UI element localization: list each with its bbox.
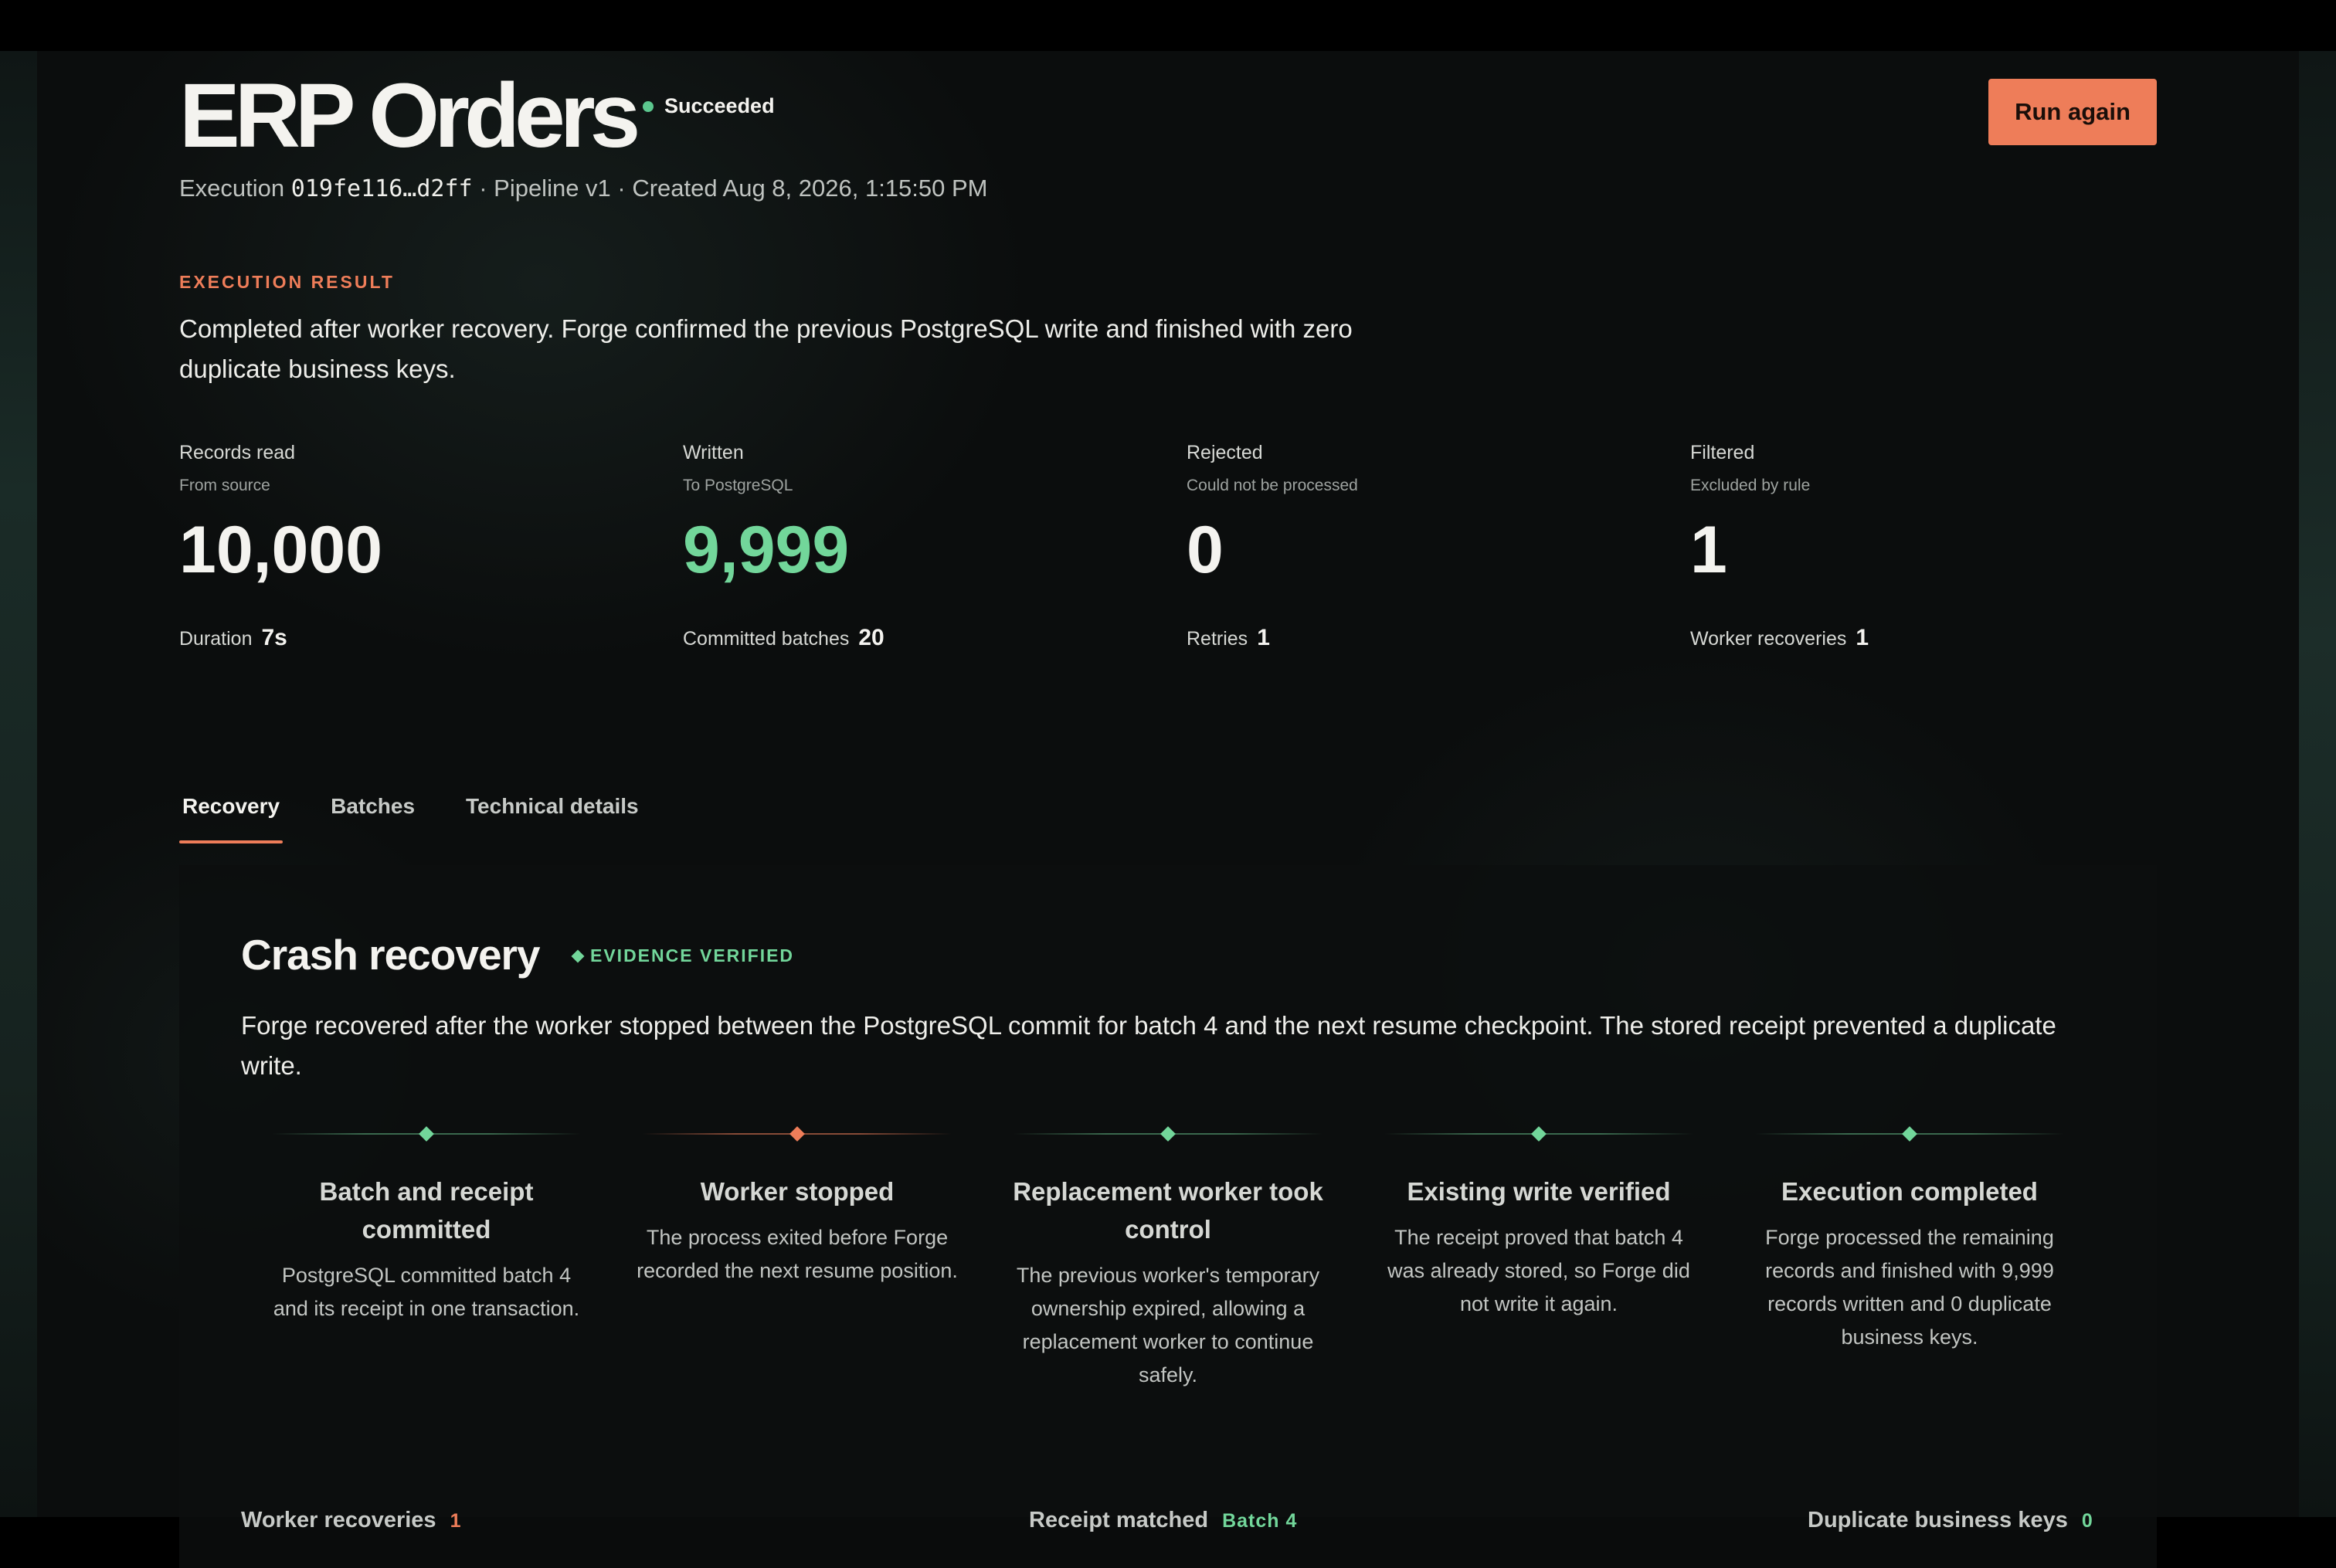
stat-footer: Worker recoveries 1 [1690, 625, 2185, 651]
step-title: Replacement worker took control [1013, 1177, 1323, 1244]
timeline-node-icon [419, 1126, 434, 1142]
run-again-button[interactable]: Run again [1988, 79, 2157, 145]
step-description: PostgreSQL committed batch 4 and its rec… [273, 1264, 580, 1320]
timeline-step: Replacement worker took control The prev… [983, 1125, 1353, 1392]
status-label: Succeeded [664, 94, 775, 117]
step-description: The process exited before Forge recorded… [637, 1226, 958, 1282]
timeline-step: Execution completed Forge processed the … [1724, 1125, 2095, 1354]
stat-footer-label: Worker recoveries [1690, 628, 1847, 650]
footer-label: Duplicate business keys [1808, 1508, 2068, 1532]
footer-value: Batch 4 [1222, 1510, 1298, 1532]
stat-rejected: Rejected Could not be processed 0 Retrie… [1187, 442, 1681, 651]
step-title: Batch and receipt committed [319, 1177, 534, 1244]
stats-row: Records read From source 10,000 Duration… [179, 442, 2157, 720]
status-dot-icon [643, 100, 654, 112]
timeline-node-icon [1160, 1126, 1176, 1142]
footer-label: Receipt matched [1029, 1508, 1209, 1532]
step-description: The previous worker's temporary ownershi… [1016, 1264, 1320, 1386]
tab-bar: Recovery Batches Technical details [179, 789, 687, 843]
recovery-title: Crash recovery [241, 931, 541, 979]
stat-footer: Duration 7s [179, 625, 674, 651]
result-summary: Completed after worker recovery. Forge c… [179, 314, 1353, 383]
tab-batches[interactable]: Batches [328, 789, 418, 843]
result-label: EXECUTION RESULT [179, 272, 395, 292]
step-title: Worker stopped [700, 1177, 895, 1206]
stat-label: Records read [179, 442, 296, 463]
footer-value: 1 [450, 1510, 462, 1532]
tab-technical-details[interactable]: Technical details [463, 789, 642, 843]
timeline-node-icon [789, 1126, 805, 1142]
stat-footer-label: Committed batches [683, 628, 850, 650]
page-title: ERP Orders [179, 65, 640, 167]
stat-footer-label: Duration [179, 628, 253, 650]
stat-footer: Committed batches 20 [683, 625, 1177, 651]
stat-value: 10,000 [179, 513, 383, 587]
stat-footer-value: 1 [1856, 625, 1869, 650]
timeline-node-icon [1902, 1126, 1917, 1142]
stat-footer-label: Retries [1187, 628, 1248, 650]
evidence-badge: EVIDENCE VERIFIED [571, 945, 795, 966]
step-description: The receipt proved that batch 4 was alre… [1387, 1226, 1690, 1315]
footer-worker-recoveries: Worker recoveries 1 [241, 1508, 461, 1533]
diamond-icon [571, 949, 585, 962]
recovery-timeline: Batch and receipt committed PostgreSQL c… [241, 1125, 2095, 1434]
execution-id: 019fe116…d2ff [290, 175, 473, 202]
stat-value: 9,999 [683, 513, 850, 587]
timeline-step: Existing write verified The receipt prov… [1353, 1125, 1724, 1321]
stat-sublabel: Could not be processed [1187, 477, 1358, 494]
footer-value: 0 [2081, 1510, 2093, 1532]
timeline-node-icon [1531, 1126, 1547, 1142]
recovery-description: Forge recovered after the worker stopped… [241, 1011, 2056, 1080]
stat-value: 1 [1690, 513, 1727, 587]
footer-duplicate-keys: Duplicate business keys 0 [1808, 1508, 2093, 1533]
meta-prefix: Execution [179, 175, 285, 202]
stat-records-read: Records read From source 10,000 Duration… [179, 442, 674, 651]
timeline-step: Worker stopped The process exited before… [612, 1125, 983, 1288]
stat-filtered: Filtered Excluded by rule 1 Worker recov… [1690, 442, 2185, 651]
stat-label: Rejected [1187, 442, 1263, 463]
stat-sublabel: From source [179, 477, 270, 494]
stat-footer-value: 20 [858, 625, 884, 650]
execution-meta: Execution 019fe116…d2ff · Pipeline v1 · … [179, 175, 988, 202]
tab-recovery[interactable]: Recovery [179, 789, 284, 843]
stat-label: Written [683, 442, 744, 463]
evidence-badge-label: EVIDENCE VERIFIED [590, 945, 795, 966]
stat-value: 0 [1187, 513, 1224, 587]
timeline-step: Batch and receipt committed PostgreSQL c… [241, 1125, 612, 1325]
stat-label: Filtered [1690, 442, 1755, 463]
stat-sublabel: Excluded by rule [1690, 477, 1811, 494]
status-badge: Succeeded [643, 94, 775, 118]
stat-footer-value: 7s [261, 625, 287, 650]
footer-label: Worker recoveries [241, 1508, 436, 1532]
stat-footer-value: 1 [1257, 625, 1270, 650]
stat-footer: Retries 1 [1187, 625, 1681, 651]
window-edge-left [0, 51, 37, 1517]
stat-written: Written To PostgreSQL 9,999 Committed ba… [683, 442, 1177, 651]
meta-suffix: · Pipeline v1 · Created Aug 8, 2026, 1:1… [479, 175, 988, 202]
stat-sublabel: To PostgreSQL [683, 477, 793, 494]
step-title: Existing write verified [1407, 1177, 1671, 1206]
step-title: Execution completed [1781, 1177, 2038, 1206]
window-edge-right [2299, 51, 2336, 1517]
footer-receipt-matched: Receipt matched Batch 4 [1029, 1508, 1297, 1533]
recovery-panel: Crash recovery EVIDENCE VERIFIED Forge r… [179, 865, 2157, 1568]
step-description: Forge processed the remaining records an… [1765, 1226, 2054, 1349]
